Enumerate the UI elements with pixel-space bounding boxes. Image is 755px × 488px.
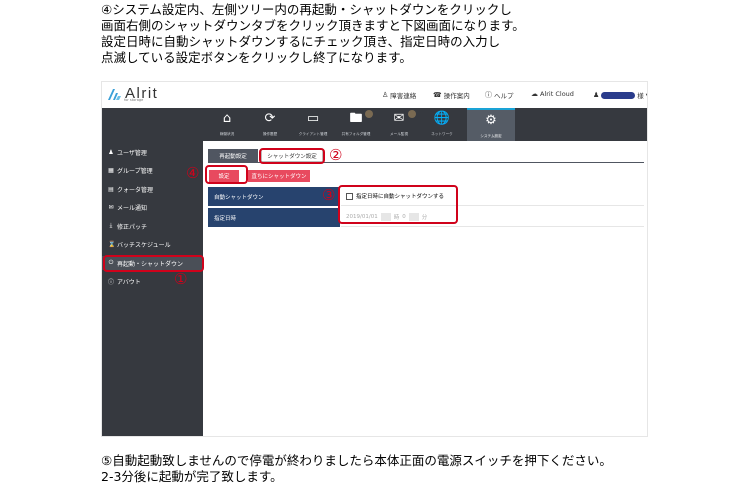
monitor-icon: ▭ [306,111,320,126]
topnav-mail[interactable]: ✉ メール監視 [381,108,417,141]
topnav-shared-folder[interactable]: 🖿 共有フォルダ管理 [338,108,374,141]
chevron-down-icon: ▾ [646,91,647,99]
topnav-label: メール監視 [390,132,408,136]
sidebar-item-label: 修正パッチ [117,223,148,231]
mail-icon: ✉ [393,111,405,126]
tab-reboot-settings[interactable]: 再起動設定 [208,149,258,162]
schedule-datetime-label: 指定日時 [208,208,340,227]
instruction-line: 2-3分後に起動が完了致します。 [101,469,283,484]
mail-icon: ✉ [108,203,114,211]
topnav-client[interactable]: ▭ クライアント管理 [295,108,331,141]
sidebar-item-users[interactable]: ♟ ユーザ管理 [102,145,203,159]
logo-mark-icon [106,86,122,102]
folder-icon: 🖿 [349,111,363,126]
user-suffix: 様 [637,92,644,100]
sidebar-item-label: バッチスケジュール [117,241,171,249]
header-link-incident[interactable]: ♙ 障害連絡 [382,90,416,100]
group-icon: ▦ [108,166,114,174]
logo-subtitle: for storage [124,98,144,102]
instruction-top: ④システム設定内、左側ツリー内の再起動・シャットダウンをクリックし 画面右側のシ… [101,2,525,66]
annotation-number-1: ① [174,270,188,288]
sidebar: ♟ ユーザ管理 ▦ グループ管理 ▤ クォータ管理 ✉ メール通知 ⤓ 修正パッ… [102,108,203,436]
phone-icon: ☎ [433,91,442,99]
header-link-label: 操作案内 [443,92,470,100]
sidebar-item-quota[interactable]: ▤ クォータ管理 [102,182,203,196]
top-nav: ⌂ 稼働状況 ⟳ 操作履歴 ▭ クライアント管理 🖿 共有フォルダ管理 ✉ メー… [203,108,647,141]
header-link-label: ヘルプ [494,92,514,100]
sidebar-item-label: アバウト [117,278,141,286]
topnav-history[interactable]: ⟳ 操作履歴 [252,108,288,141]
header-link-guide[interactable]: ☎ 操作案内 [433,90,470,100]
user-icon: ♟ [593,91,600,99]
annotation-box-3 [338,185,458,224]
person-icon: ♙ [382,91,389,99]
quota-icon: ▤ [108,185,114,193]
instruction-line: 画面右側のシャットダウンタブをクリック頂きますと下図画面になります。 [101,18,525,33]
app-header: Alrit for storage ♙ 障害連絡 ☎ 操作案内 ⓘ ヘルプ ☁ … [102,82,647,108]
annotation-box-4 [205,165,248,184]
topnav-label: クライアント管理 [298,132,328,136]
instruction-line: ④システム設定内、左側ツリー内の再起動・シャットダウンをクリックし [101,2,512,17]
annotation-number-3: ③ [322,186,336,204]
instruction-line: 設定日時に自動シャットダウンするにチェック頂き、指定日時の入力し [101,34,501,49]
header-link-help[interactable]: ⓘ ヘルプ [485,90,514,100]
shutdown-now-button[interactable]: 直ちにシャットダウン [248,170,310,182]
annotation-box-1 [103,255,204,272]
topnav-system-settings[interactable]: ⚙ システム設定 [467,108,515,141]
instruction-bottom: ⑤自動起動致しませんので停電が終わりましたら本体正面の電源スイッチを押下ください… [101,453,612,485]
sidebar-item-patch[interactable]: ⤓ 修正パッチ [102,219,203,233]
sidebar-item-label: クォータ管理 [117,186,154,194]
sidebar-item-label: メール通知 [117,204,148,212]
header-link-label: Alrit Cloud [540,90,574,98]
cloud-icon: ☁ [531,90,538,98]
topnav-label: 操作履歴 [262,132,278,136]
app-screenshot: Alrit for storage ♙ 障害連絡 ☎ 操作案内 ⓘ ヘルプ ☁ … [101,81,648,437]
gear-icon: ⚙ [485,113,497,128]
redacted-username [601,91,636,99]
auto-shutdown-label: 自動シャットダウン [208,187,340,206]
sidebar-item-label: グループ管理 [117,167,153,175]
globe-icon: 🌐 [433,111,451,126]
topnav-label: システム設定 [480,134,502,138]
instruction-line: ⑤自動起動致しませんので停電が終わりましたら本体正面の電源スイッチを押下ください… [101,453,612,468]
sidebar-item-about[interactable]: ⓘ アバウト [102,274,203,288]
annotation-number-2: ② [329,146,343,164]
topnav-status[interactable]: ⌂ 稼働状況 [209,108,245,141]
sidebar-item-label: ユーザ管理 [117,149,147,157]
sidebar-item-batch[interactable]: ⌛ バッチスケジュール [102,237,203,251]
topnav-label: 共有フォルダ管理 [341,132,371,136]
user-menu[interactable]: ♟ 様 ▾ [593,90,647,100]
topnav-label: ネットワーク [431,132,453,136]
question-icon: ⓘ [485,91,492,99]
info-icon: ⓘ [108,278,115,286]
home-icon: ⌂ [222,111,232,126]
instruction-line: 点滅している設定ボタンをクリックし終了になります。 [101,50,412,65]
hourglass-icon: ⌛ [108,240,116,248]
annotation-number-4: ④ [186,164,200,182]
topnav-label: 稼働状況 [219,132,235,136]
topnav-network[interactable]: 🌐 ネットワーク [424,108,460,141]
header-link-cloud[interactable]: ☁ Alrit Cloud [531,90,574,98]
annotation-box-2 [259,148,325,164]
user-icon: ♟ [108,148,114,156]
header-link-label: 障害連絡 [390,92,417,100]
download-icon: ⤓ [109,222,113,229]
sidebar-item-mail[interactable]: ✉ メール通知 [102,200,203,214]
history-icon: ⟳ [264,111,276,126]
